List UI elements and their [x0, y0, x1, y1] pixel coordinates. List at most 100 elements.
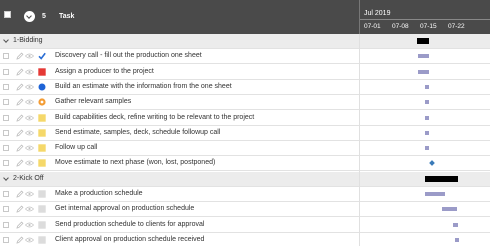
- gantt-bar[interactable]: [425, 130, 429, 135]
- gantt-bar[interactable]: [425, 84, 429, 89]
- task-row[interactable]: Follow up call: [0, 141, 490, 157]
- task-name[interactable]: Get internal approval on production sche…: [55, 205, 194, 212]
- status-check-icon[interactable]: [38, 52, 46, 61]
- group-row[interactable]: 2-Kick Off: [0, 171, 490, 187]
- milestone-diamond[interactable]: [429, 160, 435, 167]
- pencil-icon[interactable]: [16, 98, 24, 106]
- task-row[interactable]: Discovery call - fill out the production…: [0, 49, 490, 65]
- status-square-icon[interactable]: [38, 159, 46, 168]
- task-name[interactable]: Build capabilities deck, refine writing …: [55, 114, 254, 121]
- task-name[interactable]: Gather relevant samples: [55, 98, 131, 105]
- row-checkbox[interactable]: [3, 236, 9, 243]
- status-square-icon[interactable]: [38, 144, 46, 152]
- status-square-icon[interactable]: [38, 205, 46, 213]
- timeline-week: 07-01: [364, 23, 381, 30]
- status-circle-icon[interactable]: [38, 83, 46, 91]
- pencil-icon[interactable]: [16, 159, 24, 167]
- task-name[interactable]: Make a production schedule: [55, 190, 143, 197]
- row-checkbox[interactable]: [3, 114, 9, 121]
- eye-icon[interactable]: [24, 115, 35, 121]
- pencil-icon[interactable]: [16, 114, 24, 122]
- task-name[interactable]: Assign a producer to the project: [55, 68, 154, 75]
- row-checkbox[interactable]: [3, 191, 9, 197]
- pencil-icon[interactable]: [16, 52, 24, 60]
- task-row[interactable]: Make a production schedule: [0, 187, 490, 202]
- status-gear-icon[interactable]: [38, 98, 46, 106]
- gantt-bar[interactable]: [425, 115, 429, 120]
- status-square-icon[interactable]: [38, 190, 46, 198]
- task-row[interactable]: Send estimate, samples, deck, schedule f…: [0, 126, 490, 141]
- chevron-down-icon[interactable]: [3, 174, 9, 181]
- chevron-down-icon[interactable]: [3, 37, 9, 43]
- task-row[interactable]: Get internal approval on production sche…: [0, 202, 490, 218]
- timeline-rule: [360, 19, 490, 20]
- eye-icon[interactable]: [24, 53, 35, 59]
- gantt-bar[interactable]: [425, 146, 429, 151]
- gantt-bar[interactable]: [455, 237, 459, 242]
- pencil-icon[interactable]: [16, 83, 24, 91]
- task-row[interactable]: Build an estimate with the information f…: [0, 80, 490, 95]
- pencil-icon[interactable]: [16, 144, 24, 152]
- pencil-icon[interactable]: [16, 236, 24, 244]
- select-all-checkbox[interactable]: [4, 11, 11, 18]
- eye-icon[interactable]: [24, 99, 35, 105]
- gantt-bar[interactable]: [418, 54, 429, 59]
- eye-icon[interactable]: [24, 237, 35, 243]
- gantt-divider: [359, 34, 360, 246]
- task-name[interactable]: Move estimate to next phase (won, lost, …: [55, 159, 215, 166]
- eye-icon[interactable]: [24, 145, 35, 151]
- gantt-bar[interactable]: [425, 192, 445, 196]
- row-checkbox[interactable]: [3, 53, 9, 60]
- gantt-bar[interactable]: [425, 100, 429, 105]
- status-square-icon[interactable]: [38, 236, 46, 244]
- task-row[interactable]: Assign a producer to the project: [0, 65, 490, 80]
- status-square-icon[interactable]: [38, 220, 46, 229]
- eye-icon[interactable]: [24, 222, 35, 228]
- row-checkbox[interactable]: [3, 83, 9, 90]
- task-name[interactable]: Client approval on production schedule r…: [55, 236, 204, 243]
- row-checkbox[interactable]: [3, 129, 9, 136]
- task-name[interactable]: Follow up call: [55, 144, 97, 151]
- status-square-icon[interactable]: [38, 129, 46, 137]
- row-checkbox[interactable]: [3, 206, 9, 213]
- row-checkbox[interactable]: [3, 160, 9, 167]
- task-row[interactable]: Gather relevant samples: [0, 95, 490, 111]
- timeline-month: Jul 2019: [364, 10, 391, 17]
- row-checkbox[interactable]: [3, 221, 9, 228]
- task-name[interactable]: Build an estimate with the information f…: [55, 83, 232, 90]
- task-name[interactable]: Send production schedule to clients for …: [55, 221, 204, 228]
- timeline-week: 07-22: [448, 23, 465, 30]
- task-row[interactable]: Client approval on production schedule r…: [0, 233, 490, 246]
- header-divider: [359, 0, 360, 34]
- eye-icon[interactable]: [24, 160, 35, 166]
- task-name[interactable]: Discovery call - fill out the production…: [55, 52, 202, 59]
- eye-icon[interactable]: [24, 84, 35, 90]
- task-row[interactable]: Move estimate to next phase (won, lost, …: [0, 156, 490, 172]
- pencil-icon[interactable]: [16, 205, 24, 213]
- gantt-bar[interactable]: [418, 69, 429, 74]
- row-checkbox[interactable]: [3, 145, 9, 152]
- group-summary-bar: [425, 175, 458, 182]
- gantt-bar[interactable]: [453, 222, 458, 227]
- pencil-icon[interactable]: [16, 129, 24, 137]
- task-count: 5: [42, 13, 46, 20]
- pencil-icon[interactable]: [16, 221, 24, 229]
- group-row[interactable]: 1-Bidding: [0, 34, 490, 49]
- pencil-icon[interactable]: [16, 68, 24, 76]
- collapse-all-toggle[interactable]: [24, 11, 35, 22]
- eye-icon[interactable]: [24, 130, 35, 136]
- task-row[interactable]: Send production schedule to clients for …: [0, 218, 490, 233]
- task-row[interactable]: Build capabilities deck, refine writing …: [0, 111, 490, 126]
- task-name[interactable]: Send estimate, samples, deck, schedule f…: [55, 129, 220, 136]
- pencil-icon[interactable]: [16, 190, 24, 198]
- gantt-bar[interactable]: [442, 207, 457, 212]
- timeline-week: 07-15: [420, 23, 437, 30]
- status-square-icon[interactable]: [38, 67, 46, 76]
- eye-icon[interactable]: [24, 191, 35, 197]
- row-checkbox[interactable]: [3, 68, 9, 75]
- eye-icon[interactable]: [24, 206, 35, 212]
- row-checkbox[interactable]: [3, 99, 9, 106]
- eye-icon[interactable]: [24, 69, 35, 75]
- status-square-icon[interactable]: [38, 113, 46, 122]
- task-column-header[interactable]: Task: [59, 13, 74, 20]
